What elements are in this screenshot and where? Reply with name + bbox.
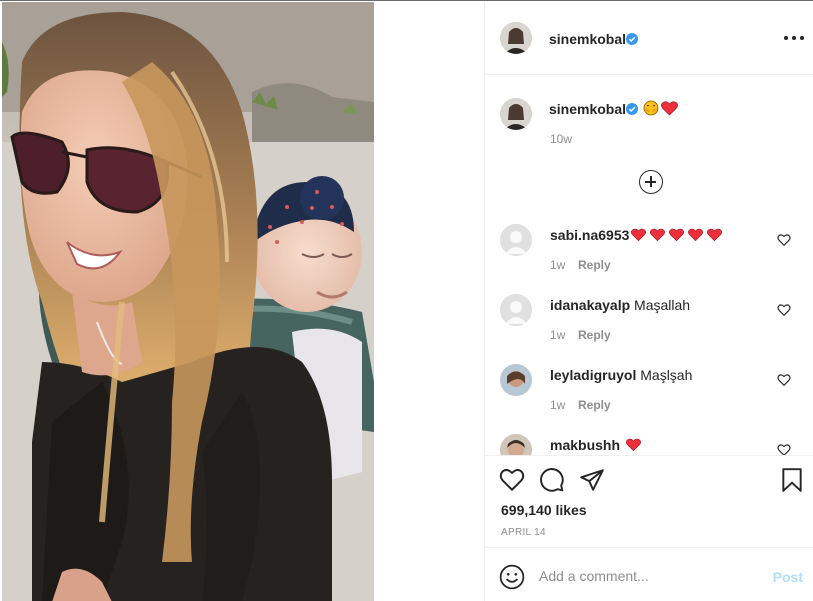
comment-icon[interactable] (539, 467, 565, 493)
default-avatar-icon (500, 294, 532, 326)
verified-badge-icon (626, 33, 638, 45)
reply-button[interactable]: Reply (578, 328, 611, 342)
comment-body: Maşallah (634, 297, 691, 313)
post-photo[interactable] (2, 2, 374, 601)
comment-hearts (631, 227, 726, 243)
commenter-avatar[interactable] (500, 434, 532, 456)
hug-emoji-icon (643, 100, 659, 116)
add-comment-bar: Post (485, 547, 813, 601)
bookmark-icon[interactable] (779, 467, 805, 493)
red-heart-emoji-icon (625, 438, 641, 452)
reply-button[interactable]: Reply (578, 258, 611, 272)
avatar-image (500, 98, 532, 130)
comment-line: makbushh (550, 437, 645, 453)
red-heart-emoji-icon (650, 228, 665, 242)
post-comment-button[interactable]: Post (773, 569, 803, 585)
comment-line: idanakayalp Maşallah (550, 297, 690, 313)
comments-section[interactable]: sinemkobal 10w sabi.na6953 1w Reply idan… (485, 76, 813, 456)
load-more-comments-button[interactable] (639, 170, 663, 194)
caption-author-username[interactable]: sinemkobal (549, 101, 626, 117)
red-heart-emoji-icon (669, 228, 684, 242)
post-header: sinemkobal (485, 2, 813, 75)
avatar-image (500, 364, 532, 396)
comment-line: leyladigruyol Maşlşah (550, 367, 692, 383)
commenter-avatar[interactable] (500, 364, 532, 396)
comment-timestamp[interactable]: 1w (550, 328, 565, 342)
like-comment-heart-icon[interactable] (777, 233, 791, 247)
post-modal: sinemkobal sinemkobal 10w sabi.na6953 1w… (0, 0, 813, 601)
default-avatar-icon (500, 224, 532, 256)
comment-timestamp[interactable]: 1w (550, 398, 565, 412)
caption-timestamp[interactable]: 10w (550, 132, 572, 146)
comment-username[interactable]: idanakayalp (550, 297, 630, 313)
post-details-panel: sinemkobal sinemkobal 10w sabi.na6953 1w… (484, 2, 813, 601)
comment-timestamp[interactable]: 1w (550, 258, 565, 272)
commenter-avatar[interactable] (500, 294, 532, 326)
selfie-photo-illustration (2, 2, 374, 601)
commenter-avatar[interactable] (500, 224, 532, 256)
comment-body: Maşlşah (640, 367, 693, 383)
red-heart-emoji-icon (688, 228, 703, 242)
comment-username[interactable]: leyladigruyol (550, 367, 636, 383)
modal-backdrop-gap (374, 2, 484, 601)
like-heart-icon[interactable] (499, 467, 525, 493)
red-heart-emoji-icon (661, 101, 678, 116)
author-avatar[interactable] (500, 22, 532, 54)
comment-line: sabi.na6953 (550, 227, 629, 243)
more-options-icon[interactable] (784, 32, 804, 44)
like-comment-heart-icon[interactable] (777, 373, 791, 387)
red-heart-emoji-icon (631, 228, 646, 242)
likes-count[interactable]: 699,140 likes (501, 502, 587, 518)
like-comment-heart-icon[interactable] (777, 303, 791, 317)
comment-input[interactable] (539, 566, 759, 586)
comment-username[interactable]: makbushh (550, 437, 620, 453)
post-date[interactable]: APRIL 14 (501, 527, 546, 538)
avatar-image (500, 22, 532, 54)
verified-badge-icon (626, 103, 638, 115)
caption-author-avatar[interactable] (500, 98, 532, 130)
author-username[interactable]: sinemkobal (549, 31, 626, 47)
avatar-image (500, 434, 532, 456)
red-heart-emoji-icon (707, 228, 722, 242)
post-actions: 699,140 likes APRIL 14 (485, 455, 813, 548)
reply-button[interactable]: Reply (578, 398, 611, 412)
share-icon[interactable] (579, 467, 605, 493)
comment-username[interactable]: sabi.na6953 (550, 227, 629, 243)
emoji-picker-icon[interactable] (499, 564, 525, 590)
